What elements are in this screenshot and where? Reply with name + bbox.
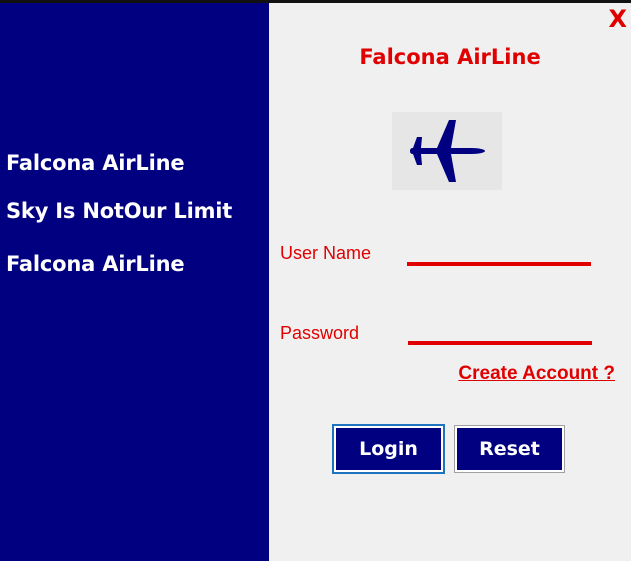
logo xyxy=(392,112,502,190)
username-input[interactable] xyxy=(407,242,591,266)
slogan-text: Sky Is NotOur Limit xyxy=(6,199,233,223)
login-panel: X Falcona AirLine User Name Password Cre… xyxy=(269,3,631,561)
brand-name-text-secondary: Falcona AirLine xyxy=(6,252,185,276)
brand-name-text: Falcona AirLine xyxy=(6,151,185,175)
branding-panel: Falcona AirLine Sky Is NotOur Limit Falc… xyxy=(0,3,269,561)
password-input[interactable] xyxy=(408,321,592,345)
reset-button[interactable]: Reset xyxy=(454,425,565,473)
close-button[interactable]: X xyxy=(608,5,627,33)
password-label: Password xyxy=(280,323,360,343)
app-title: Falcona AirLine xyxy=(359,45,541,69)
create-account-link[interactable]: Create Account ? xyxy=(458,363,615,385)
airplane-icon xyxy=(410,120,485,182)
username-label: User Name xyxy=(280,243,372,263)
login-button[interactable]: Login xyxy=(332,424,445,474)
